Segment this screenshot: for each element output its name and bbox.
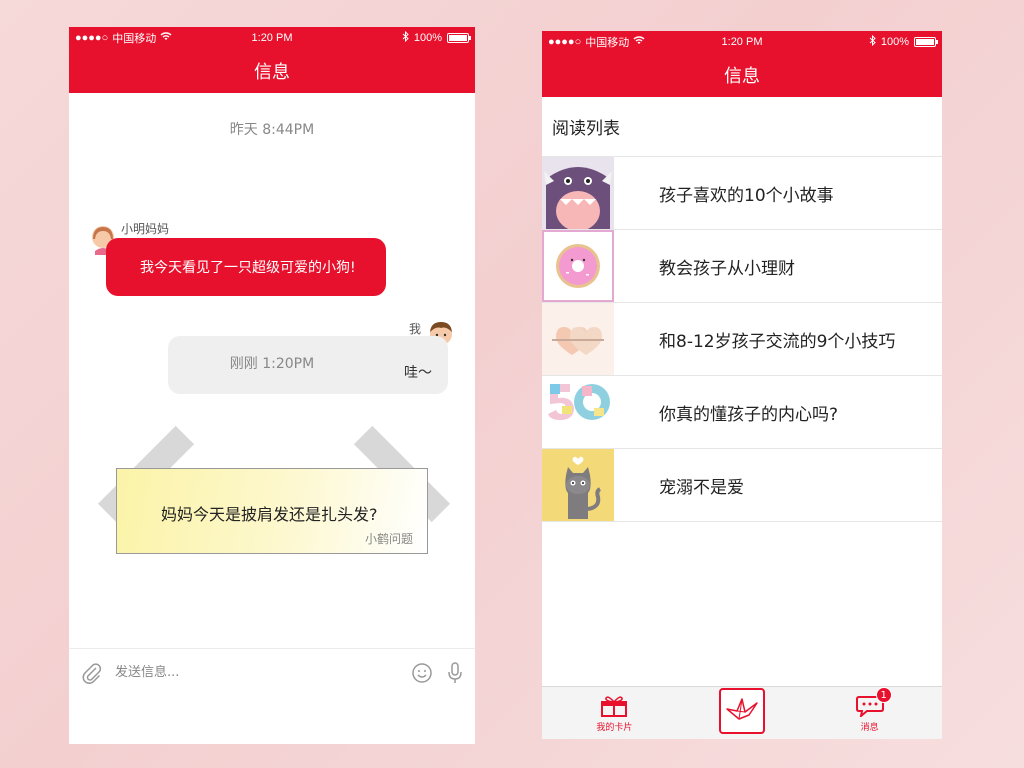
message-text: 我今天看见了一只超级可爱的小狗! bbox=[140, 260, 356, 276]
signal-dots-icon: ●●●●○ bbox=[548, 36, 582, 48]
tab-label: 消息 bbox=[860, 723, 879, 733]
wifi-icon bbox=[160, 32, 172, 44]
page-title: 信息 bbox=[254, 62, 290, 83]
status-time: 1:20 PM bbox=[251, 32, 293, 44]
list-item[interactable]: 孩子喜欢的10个小故事 bbox=[542, 157, 942, 230]
section-title-label: 阅读列表 bbox=[552, 119, 620, 139]
cat-thumbnail bbox=[542, 449, 614, 521]
bluetooth-icon bbox=[869, 34, 876, 49]
question-note-card[interactable]: 妈妈今天是披肩发还是扎头发? 小鹤问题 bbox=[116, 468, 428, 554]
status-bar: ●●●●○ 中国移动 1:20 PM 100% bbox=[69, 27, 475, 49]
incoming-message-bubble[interactable]: 我今天看见了一只超级可爱的小狗! bbox=[106, 238, 386, 296]
item-title: 和8-12岁孩子交流的9个小技巧 bbox=[659, 331, 896, 352]
carrier-label: 中国移动 bbox=[585, 37, 630, 49]
list-item[interactable]: 教会孩子从小理财 bbox=[542, 230, 942, 303]
item-title: 你真的懂孩子的内心吗? bbox=[659, 404, 839, 425]
message-input[interactable] bbox=[115, 665, 411, 680]
message-composer bbox=[69, 648, 475, 696]
chat-timestamp: 刚刚 1:20PM bbox=[229, 356, 315, 372]
hearts-thumbnail bbox=[542, 303, 614, 375]
tab-messages[interactable]: 1 消息 bbox=[830, 687, 910, 733]
unread-badge: 1 bbox=[875, 687, 892, 703]
item-title: 教会孩子从小理财 bbox=[659, 258, 795, 279]
tab-bar: 我的卡片 1 消息 bbox=[542, 686, 942, 739]
battery-percent: 100% bbox=[413, 32, 442, 44]
battery-icon bbox=[447, 33, 471, 43]
list-item[interactable]: 宠溺不是爱 bbox=[542, 449, 942, 522]
sender-name-me: 我 bbox=[409, 322, 422, 336]
nav-bar: 信息 bbox=[69, 49, 475, 93]
donut-thumbnail bbox=[542, 230, 614, 302]
note-text: 妈妈今天是披肩发还是扎头发? bbox=[161, 505, 378, 524]
microphone-icon[interactable] bbox=[447, 661, 463, 685]
list-item[interactable]: 和8-12岁孩子交流的9个小技巧 bbox=[542, 303, 942, 376]
battery-icon bbox=[914, 37, 938, 47]
sender-name: 小明妈妈 bbox=[121, 222, 170, 236]
reading-list-screen: ●●●●○ 中国移动 1:20 PM 100% 信息 阅读列表 孩子喜欢的10个… bbox=[542, 31, 942, 739]
item-title: 宠溺不是爱 bbox=[659, 477, 744, 498]
crane-button[interactable] bbox=[718, 688, 765, 734]
bluetooth-icon bbox=[402, 30, 409, 45]
wifi-icon bbox=[633, 36, 645, 48]
tab-my-cards[interactable]: 我的卡片 bbox=[574, 693, 654, 733]
status-time: 1:20 PM bbox=[721, 36, 763, 48]
item-title: 孩子喜欢的10个小故事 bbox=[659, 185, 834, 206]
paper-crane-icon bbox=[725, 695, 759, 727]
tab-label: 我的卡片 bbox=[596, 723, 633, 733]
status-bar: ●●●●○ 中国移动 1:20 PM 100% bbox=[542, 31, 942, 53]
number-50-thumbnail bbox=[542, 376, 614, 448]
battery-percent: 100% bbox=[880, 36, 909, 48]
carrier-label: 中国移动 bbox=[112, 33, 157, 45]
section-title: 阅读列表 bbox=[542, 97, 942, 157]
page-title: 信息 bbox=[724, 66, 760, 87]
chat-timestamp: 昨天 8:44PM bbox=[229, 122, 315, 138]
signal-dots-icon: ●●●●○ bbox=[75, 32, 109, 44]
list-item[interactable]: 你真的懂孩子的内心吗? bbox=[542, 376, 942, 449]
chat-thread[interactable]: 昨天 8:44PM 小明妈妈 我今天看见了一只超级可爱的小狗! 我 哇～ 刚刚 … bbox=[69, 93, 475, 696]
gift-card-icon bbox=[599, 693, 629, 720]
nav-bar: 信息 bbox=[542, 53, 942, 97]
chat-screen: ●●●●○ 中国移动 1:20 PM 100% 信息 昨天 8:44PM 小明妈… bbox=[69, 27, 475, 744]
monster-thumbnail bbox=[542, 157, 614, 229]
note-signature: 小鹤问题 bbox=[364, 532, 413, 546]
paperclip-icon[interactable] bbox=[81, 662, 103, 684]
emoji-icon[interactable] bbox=[411, 662, 433, 684]
